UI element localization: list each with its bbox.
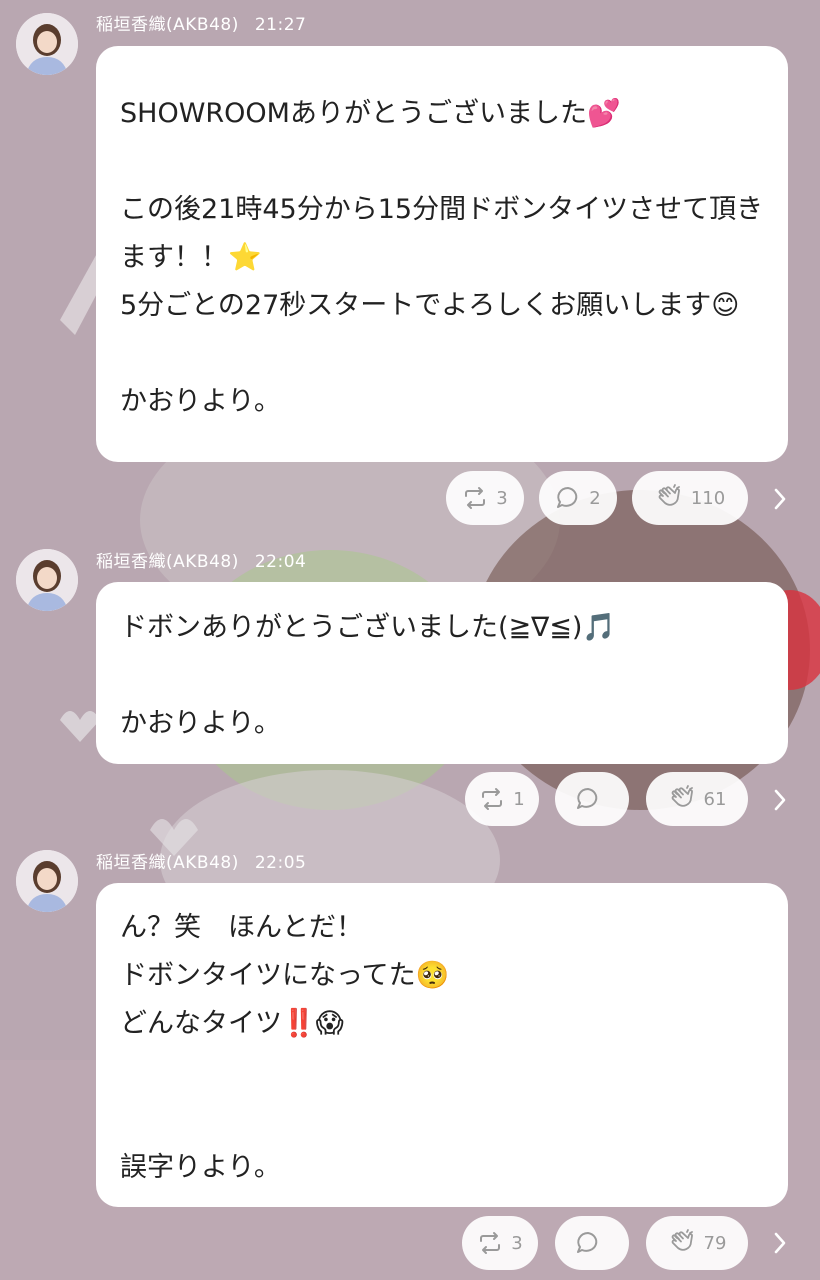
avatar-image: [16, 13, 78, 75]
chevron-right-icon[interactable]: [770, 1228, 790, 1258]
retweet-icon: [465, 487, 486, 509]
comment-icon: [577, 1232, 598, 1253]
post-time: 22:04: [254, 552, 307, 572]
avatar[interactable]: [16, 13, 78, 75]
comment-button[interactable]: [555, 772, 629, 826]
comment-icon: [577, 788, 598, 809]
comment-icon: [557, 487, 578, 508]
author-name[interactable]: 稲垣香織(AKB48): [96, 552, 239, 572]
clap-button[interactable]: 110: [632, 471, 748, 525]
post-meta: 稲垣香織(AKB48) 21:27: [96, 10, 306, 35]
retweet-count: 3: [496, 487, 508, 509]
post-meta: 稲垣香織(AKB48) 22:05: [96, 848, 306, 873]
message-bubble[interactable]: ん？笑 ほんとだ！ ドボンタイツになってた🥺 どんなタイツ‼️😱 誤字りより。: [96, 883, 788, 1207]
clap-icon: [671, 785, 693, 807]
message-bubble[interactable]: ドボンありがとうございました(≧∇≦)🎵 かおりより。: [96, 582, 788, 764]
clap-count: 110: [690, 487, 726, 509]
retweet-icon: [482, 788, 503, 810]
clap-button[interactable]: 79: [646, 1216, 748, 1270]
retweet-button[interactable]: 1: [465, 772, 539, 826]
clap-count: 79: [703, 1232, 727, 1254]
post-time: 21:27: [254, 15, 307, 35]
chevron-right-icon[interactable]: [770, 484, 790, 514]
clap-count: 61: [703, 788, 727, 810]
retweet-count: 1: [513, 788, 525, 810]
retweet-button[interactable]: 3: [446, 471, 524, 525]
chevron-right-icon[interactable]: [770, 785, 790, 815]
comment-button[interactable]: 2: [539, 471, 617, 525]
author-name[interactable]: 稲垣香織(AKB48): [96, 853, 239, 873]
avatar[interactable]: [16, 549, 78, 611]
post-meta: 稲垣香織(AKB48) 22:04: [96, 547, 306, 572]
clap-button[interactable]: 61: [646, 772, 748, 826]
clap-icon: [658, 484, 680, 506]
retweet-button[interactable]: 3: [462, 1216, 538, 1270]
comment-count: 2: [589, 487, 601, 509]
message-bubble[interactable]: SHOWROOMありがとうございました💕 この後21時45分から15分間ドボンタ…: [96, 46, 788, 462]
avatar[interactable]: [16, 850, 78, 912]
post-time: 22:05: [254, 853, 307, 873]
comment-button[interactable]: [555, 1216, 629, 1270]
avatar-image: [16, 549, 78, 611]
avatar-image: [16, 850, 78, 912]
retweet-count: 3: [511, 1232, 523, 1254]
retweet-icon: [480, 1232, 501, 1254]
author-name[interactable]: 稲垣香織(AKB48): [96, 15, 239, 35]
clap-icon: [671, 1229, 693, 1251]
